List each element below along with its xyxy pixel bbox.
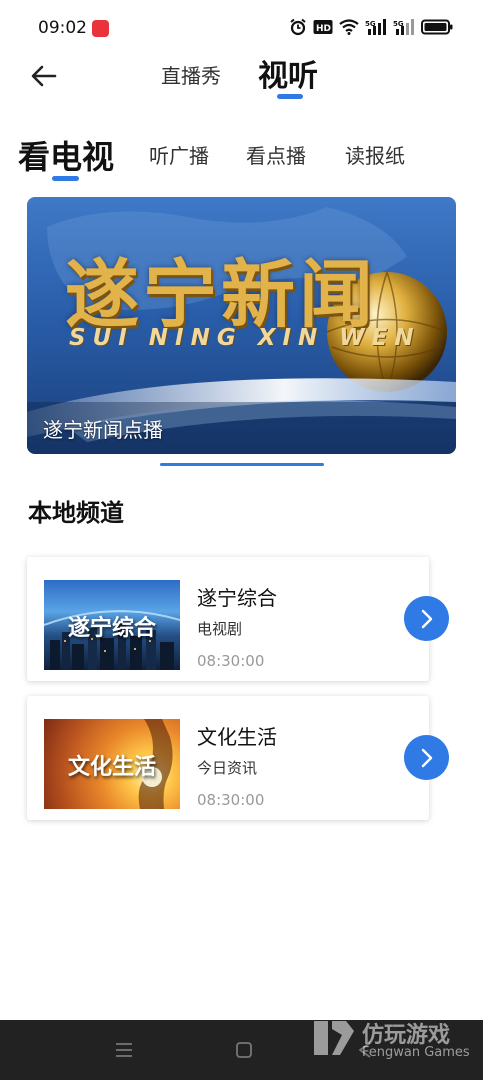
channel-name: 文化生活 <box>197 725 277 749</box>
news-banner[interactable]: 遂宁新闻 SUI NING XIN WEN 遂宁新闻点播 <box>27 197 456 454</box>
channel-card[interactable]: 文化生活 文化生活 今日资讯 08:30:00 <box>27 696 429 820</box>
channel-thumbnail-label: 文化生活 <box>67 755 156 780</box>
watermark: 仿玩游戏 Fengwan Games <box>312 1013 472 1063</box>
banner-page-indicator <box>160 463 324 466</box>
arrow-left-icon <box>31 65 57 87</box>
channel-card[interactable]: 遂宁综合 遂宁综合 电视剧 08:30:00 <box>27 557 429 681</box>
channel-thumbnail: 文化生活 <box>44 719 180 809</box>
alarm-icon <box>290 18 306 36</box>
red-app-icon <box>92 20 109 37</box>
subtab-watch-tv[interactable]: 看电视 <box>18 132 114 178</box>
watermark-en: Fengwan Games <box>362 1045 470 1060</box>
signal-5g-icon: 5G <box>393 19 414 35</box>
banner-caption: 遂宁新闻点播 <box>43 418 163 442</box>
status-bar: 09:02 HD 5G 5G <box>0 0 483 56</box>
top-nav: 直播秀 视听 <box>0 56 483 104</box>
tab-live-show[interactable]: 直播秀 <box>161 60 221 89</box>
chevron-right-icon <box>421 609 432 628</box>
banner-pinyin: SUI NING XIN WEN <box>69 325 421 351</box>
subtab-vod[interactable]: 看点播 <box>246 140 306 169</box>
battery-icon <box>421 19 453 35</box>
channel-thumbnail-label: 遂宁综合 <box>67 616 156 641</box>
tab-audio-video[interactable]: 视听 <box>258 51 318 95</box>
home-icon[interactable] <box>234 1040 254 1060</box>
wifi-icon <box>339 19 359 35</box>
section-title: 本地频道 <box>28 499 124 527</box>
back-button[interactable] <box>26 58 62 94</box>
channel-name: 遂宁综合 <box>197 586 277 610</box>
top-tab-indicator <box>277 94 303 99</box>
channel-open-button[interactable] <box>404 596 449 641</box>
channel-program-type: 电视剧 <box>197 620 243 638</box>
channel-time: 08:30:00 <box>197 652 265 670</box>
channel-time: 08:30:00 <box>197 791 265 809</box>
sub-tabs: 看电视 听广播 看点播 读报纸 <box>0 130 483 181</box>
channel-thumbnail: 遂宁综合 <box>44 580 180 670</box>
subtab-indicator <box>52 176 79 181</box>
signal-5g-icon: 5G <box>365 19 386 35</box>
hd-icon: HD <box>313 20 333 34</box>
channel-program-type: 今日资讯 <box>197 759 258 777</box>
status-icons: HD 5G 5G <box>289 18 453 36</box>
channel-open-button[interactable] <box>404 735 449 780</box>
hd-label: HD <box>316 24 331 34</box>
chevron-right-icon <box>421 748 432 767</box>
subtab-newspaper[interactable]: 读报纸 <box>345 140 405 169</box>
subtab-radio[interactable]: 听广播 <box>149 140 209 169</box>
status-time: 09:02 <box>38 18 87 38</box>
watermark-logo <box>314 1021 354 1055</box>
menu-icon[interactable] <box>114 1040 134 1060</box>
